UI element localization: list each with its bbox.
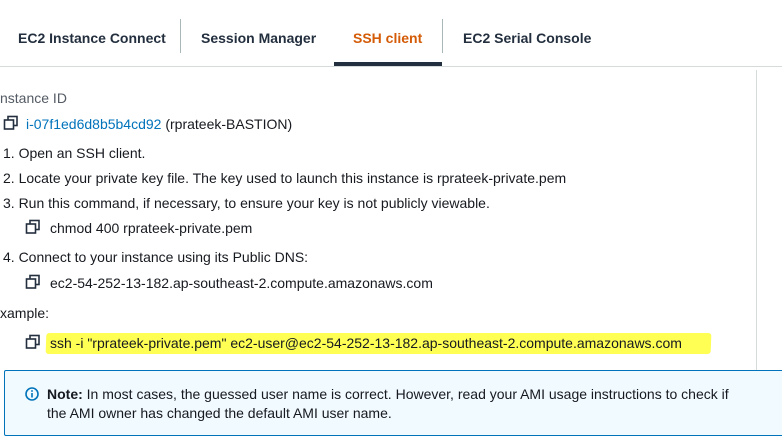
copy-icon[interactable] [25, 219, 41, 235]
tab-divider [442, 19, 443, 53]
panel-border [756, 70, 757, 370]
note-text-line1: In most cases, the guessed user name is … [82, 386, 729, 402]
tab-ec2-instance-connect[interactable]: EC2 Instance Connect [18, 18, 166, 48]
note-text-line2: the AMI owner has changed the default AM… [47, 405, 392, 421]
example-label: xample: [0, 305, 50, 321]
info-icon [25, 387, 39, 401]
instance-id-label: nstance ID [0, 90, 67, 106]
tab-ssh-client[interactable]: SSH client [353, 18, 422, 48]
copy-icon[interactable] [25, 334, 41, 350]
copy-icon[interactable] [3, 115, 19, 131]
step-1: 1. Open an SSH client. [3, 145, 146, 161]
connect-tabs: EC2 Instance Connect Session Manager SSH… [0, 0, 782, 67]
public-dns: ec2-54-252-13-182.ap-southeast-2.compute… [50, 275, 433, 291]
tab-ec2-serial-console[interactable]: EC2 Serial Console [463, 18, 591, 48]
tab-session-manager[interactable]: Session Manager [201, 18, 316, 48]
step-2: 2. Locate your private key file. The key… [3, 170, 567, 186]
chmod-command: chmod 400 rprateek-private.pem [50, 220, 253, 236]
active-tab-indicator [334, 62, 442, 66]
info-note: Note: In most cases, the guessed user na… [4, 370, 782, 436]
note-title: Note: [47, 386, 83, 402]
copy-icon[interactable] [25, 274, 41, 290]
instance-id-link[interactable]: i-07f1ed6d8b5b4cd92 [26, 116, 161, 132]
step-4: 4. Connect to your instance using its Pu… [3, 249, 309, 265]
ssh-command: ssh -i "rprateek-private.pem" ec2-user@e… [50, 335, 682, 351]
tab-divider [180, 19, 181, 53]
step-3: 3. Run this command, if necessary, to en… [3, 195, 490, 211]
instance-name: (rprateek-BASTION) [165, 116, 293, 132]
